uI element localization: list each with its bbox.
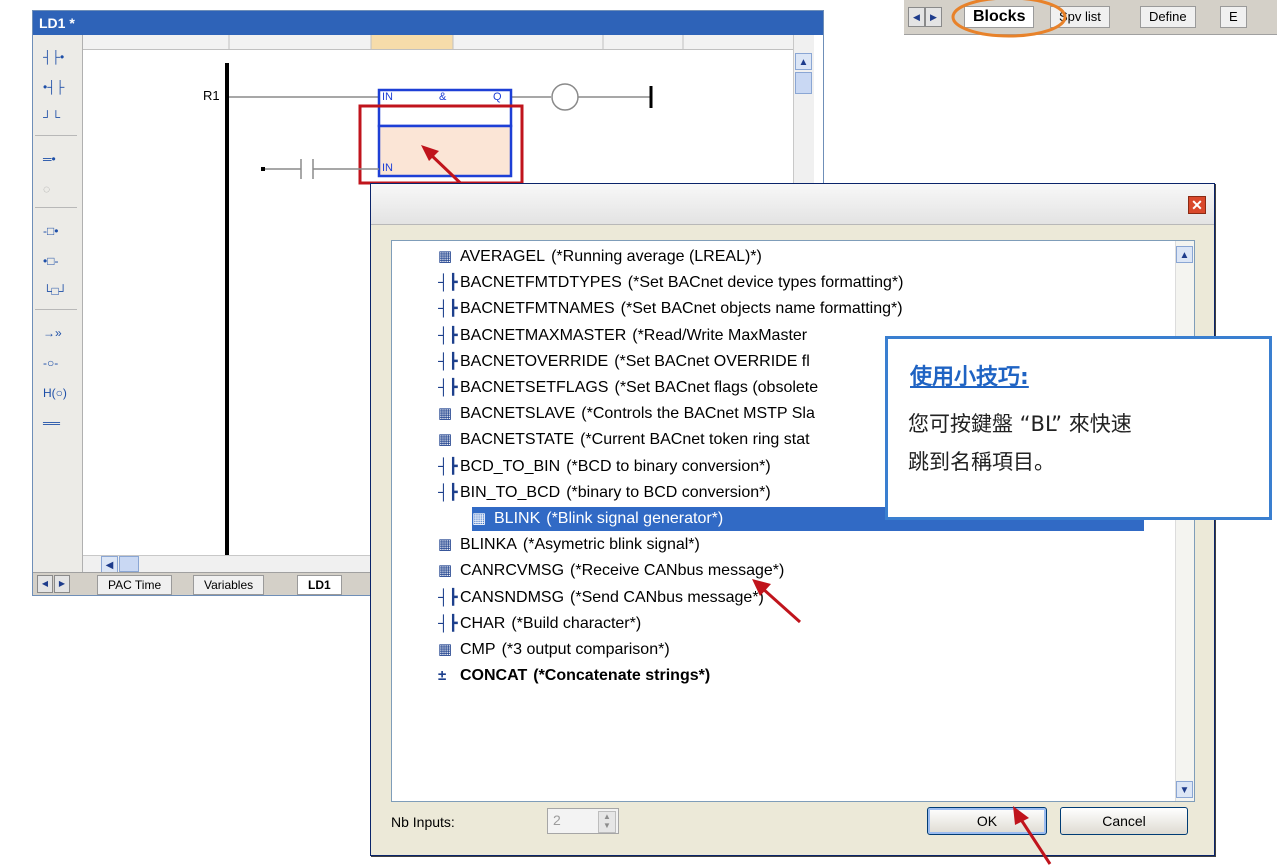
blocks-tab-highlight-ring [951,0,1067,38]
arrow-to-ok [1018,817,1052,865]
annotation-overlay [752,0,1067,865]
arrow-to-blink [760,586,802,624]
